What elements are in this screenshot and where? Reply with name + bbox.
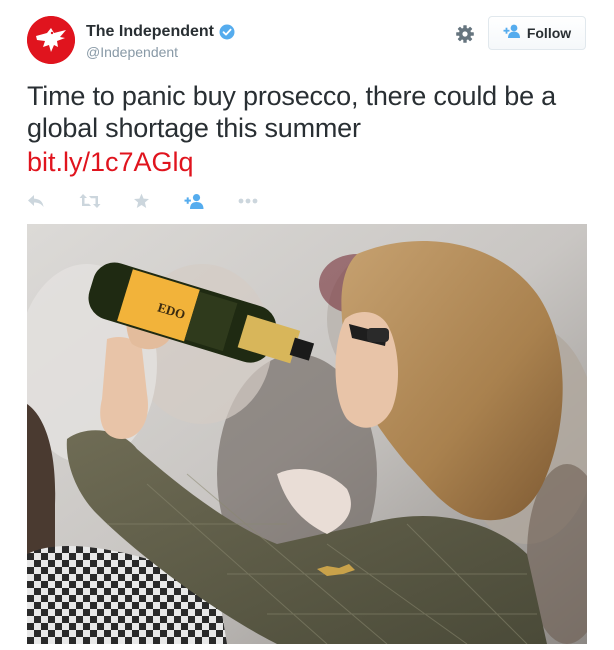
- account-screen-name[interactable]: @Independent: [86, 44, 235, 60]
- avatar[interactable]: [27, 16, 75, 64]
- add-user-icon: [503, 24, 521, 43]
- gear-icon[interactable]: [455, 24, 475, 44]
- tweet-photo[interactable]: EDO: [27, 224, 587, 644]
- tweet-card: The Independent @Independent Follow Time…: [0, 0, 614, 650]
- star-icon[interactable]: [133, 190, 150, 212]
- account-fullname[interactable]: The Independent: [86, 23, 214, 41]
- tweet-link[interactable]: bit.ly/1c7AGlq: [27, 146, 194, 178]
- follow-button-label: Follow: [526, 25, 572, 41]
- follow-button[interactable]: Follow: [488, 16, 586, 50]
- account-names: The Independent @Independent: [86, 22, 235, 60]
- more-icon[interactable]: [238, 190, 258, 212]
- tweet-text: Time to panic buy prosecco, there could …: [27, 81, 556, 143]
- verified-badge-icon: [219, 24, 235, 40]
- fullname-row: The Independent: [86, 22, 235, 42]
- add-user-icon[interactable]: [184, 190, 204, 212]
- eagle-logo-icon: [27, 16, 75, 64]
- reply-icon[interactable]: [27, 190, 45, 212]
- retweet-icon[interactable]: [79, 190, 101, 212]
